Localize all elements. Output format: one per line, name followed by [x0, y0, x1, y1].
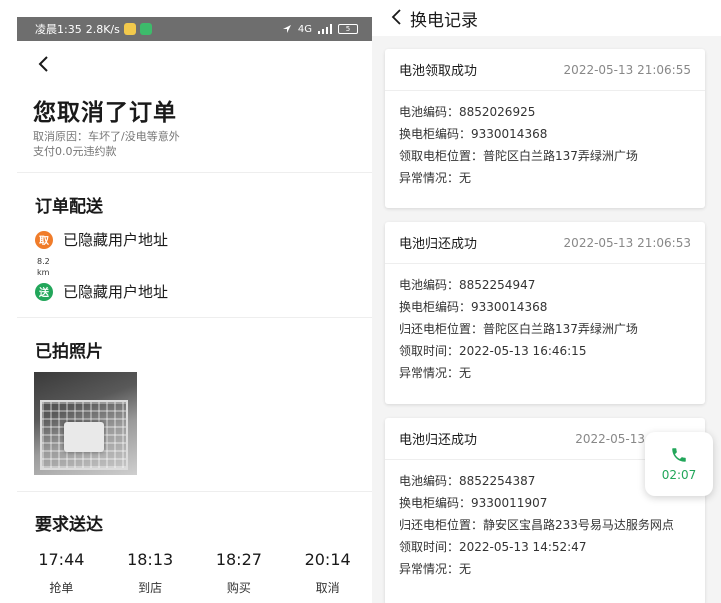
page-title: 换电记录 — [410, 11, 478, 31]
record-time: 2022-05-13 21:06:55 — [563, 62, 691, 77]
record-line: 归还电柜位置：静安区宝昌路233号易马达服务网点 — [399, 518, 674, 532]
record-line: 领取时间：2022-05-13 14:52:47 — [399, 540, 587, 554]
location-icon — [282, 25, 291, 33]
record-line: 电池编码：8852254947 — [399, 278, 536, 292]
timeline-label: 购买 — [226, 581, 251, 595]
record-line: 领取时间：2022-05-13 16:46:15 — [399, 344, 587, 358]
status-left: 凌晨1:35 2.8K/s — [35, 21, 152, 37]
record-time: 2022-05-13 21:06:53 — [563, 235, 691, 250]
record-status: 电池领取成功 — [399, 64, 478, 79]
dropoff-icon: 送 — [35, 282, 53, 301]
record-line: 换电柜编码：9330011907 — [399, 496, 548, 510]
record-line: 换电柜编码：9330014368 — [399, 127, 548, 141]
record-time: 2022-05-13 — [575, 431, 645, 446]
pickup-address-row: 取 已隐藏用户地址 — [35, 229, 168, 250]
notification-icon — [123, 23, 136, 35]
cancel-reason: 取消原因：车坏了/没电等意外 支付0.0元违约款 — [33, 129, 180, 159]
record-line: 领取电柜位置：普陀区白兰路137弄绿洲广场 — [399, 149, 638, 163]
timeline-label: 到店 — [138, 581, 163, 595]
timeline-label: 取消 — [315, 581, 340, 595]
record-line: 异常情况：无 — [399, 562, 472, 576]
timeline-time: 17:44 — [38, 550, 85, 569]
phone-icon — [672, 448, 686, 462]
battery-icon: 5 — [338, 24, 358, 34]
timeline: 17:44 抢单 18:13 到店 18:27 购买 20:14 取消 — [17, 550, 372, 596]
network-label: 4G — [297, 23, 312, 35]
order-detail-screen: 凌晨1:35 2.8K/s 4G 5 您取消了订单 取消原因：车坏了/没电等意外… — [17, 17, 372, 603]
record-status: 电池归还成功 — [399, 433, 478, 448]
distance-unit: km — [37, 268, 50, 277]
dropoff-address: 已隐藏用户地址 — [63, 283, 169, 301]
card-body: 电池编码：8852254947 换电柜编码：9330014368 归还电柜位置：… — [385, 264, 705, 404]
battery-swap-record-screen: 换电记录 电池领取成功 2022-05-13 21:06:55 电池编码：885… — [372, 0, 721, 603]
card-body: 电池编码：8852026925 换电柜编码：9330014368 领取电柜位置：… — [385, 91, 705, 208]
penalty-text: 支付0.0元违约款 — [33, 145, 117, 158]
status-bar: 凌晨1:35 2.8K/s 4G 5 — [17, 17, 372, 41]
timeline-item: 18:27 购买 — [195, 550, 284, 596]
distance-value: 8.2 — [37, 257, 50, 266]
cancel-reason-text: 取消原因：车坏了/没电等意外 — [33, 130, 180, 143]
call-duration: 02:07 — [661, 468, 697, 482]
divider — [17, 172, 372, 173]
app-icon — [139, 23, 152, 35]
dropoff-address-row: 送 已隐藏用户地址 — [35, 281, 168, 302]
timeline-time: 20:14 — [304, 550, 351, 569]
order-photo[interactable] — [34, 372, 137, 475]
card-header: 电池归还成功 2022-05-13 21:06:53 — [385, 222, 705, 264]
timeline-time: 18:27 — [215, 550, 262, 569]
pickup-address: 已隐藏用户地址 — [63, 231, 169, 249]
record-line: 归还电柜位置：普陀区白兰路137弄绿洲广场 — [399, 322, 638, 336]
photos-section-title: 已拍照片 — [35, 342, 103, 362]
timeline-item: 20:14 取消 — [283, 550, 372, 596]
record-status: 电池归还成功 — [399, 237, 478, 252]
record-line: 异常情况：无 — [399, 171, 472, 185]
divider — [17, 491, 372, 492]
record-line: 异常情况：无 — [399, 366, 472, 380]
timeline-label: 抢单 — [49, 581, 74, 595]
timeline-item: 18:13 到店 — [106, 550, 195, 596]
screenshot-root: 凌晨1:35 2.8K/s 4G 5 您取消了订单 取消原因：车坏了/没电等意外… — [0, 0, 721, 603]
back-arrow-icon[interactable] — [390, 8, 404, 26]
back-arrow-icon[interactable] — [35, 55, 53, 73]
call-button[interactable]: 02:07 — [645, 432, 713, 496]
record-card: 电池领取成功 2022-05-13 21:06:55 电池编码：88520269… — [385, 49, 705, 208]
signal-icon — [318, 24, 332, 34]
divider — [17, 317, 372, 318]
timeline-time: 18:13 — [127, 550, 174, 569]
photo-package — [64, 422, 104, 452]
status-time: 凌晨1:35 — [35, 23, 82, 36]
card-header: 电池领取成功 2022-05-13 21:06:55 — [385, 49, 705, 91]
record-line: 换电柜编码：9330014368 — [399, 300, 548, 314]
required-delivery-title: 要求送达 — [35, 515, 103, 535]
battery-level: 5 — [345, 25, 351, 33]
delivery-section-title: 订单配送 — [35, 197, 103, 217]
status-speed: 2.8K/s — [85, 22, 120, 36]
timeline-item: 17:44 抢单 — [17, 550, 106, 596]
status-right: 4G 5 — [282, 24, 358, 35]
pickup-icon: 取 — [35, 230, 53, 249]
record-card: 电池归还成功 2022-05-13 21:06:53 电池编码：88522549… — [385, 222, 705, 404]
page-title: 您取消了订单 — [33, 100, 177, 126]
record-line: 电池编码：8852026925 — [399, 105, 536, 119]
distance: 8.2 km — [37, 256, 50, 278]
header: 换电记录 — [372, 0, 721, 36]
